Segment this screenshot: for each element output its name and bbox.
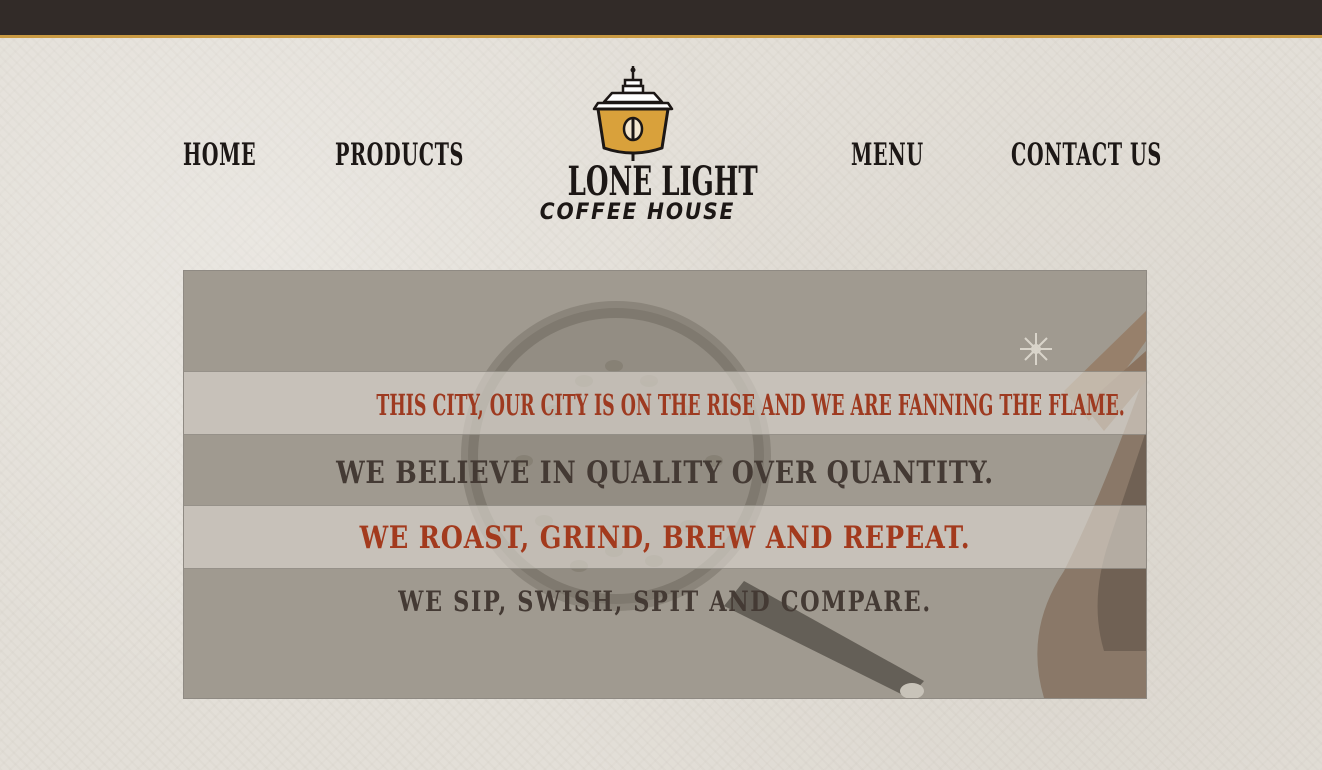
logo[interactable]: LONE LIGHT COFFEE HOUSE [530, 62, 758, 230]
nav-home-link[interactable]: HOME [183, 140, 256, 171]
hero-line-2: WE BELIEVE IN QUALITY OVER QUANTITY. [336, 455, 994, 491]
lantern-icon [592, 66, 674, 161]
logo-title: LONE LIGHT [567, 158, 758, 205]
hero-line-3: WE ROAST, GRIND, BREW AND REPEAT. [359, 520, 971, 556]
hero-line-4: WE SIP, SWISH, SPIT AND COMPARE. [398, 585, 932, 618]
nav-products-link[interactable]: PRODUCTS [335, 140, 464, 171]
hero-banner: THIS CITY, OUR CITY IS ON THE RISE AND W… [183, 270, 1147, 699]
hero-line-1: THIS CITY, OUR CITY IS ON THE RISE AND W… [376, 388, 1125, 422]
logo-subtitle: COFFEE HOUSE [539, 200, 736, 225]
top-bar [0, 0, 1322, 38]
nav-menu-link[interactable]: MENU [851, 140, 924, 171]
nav-contact-link[interactable]: CONTACT US [1011, 140, 1162, 171]
